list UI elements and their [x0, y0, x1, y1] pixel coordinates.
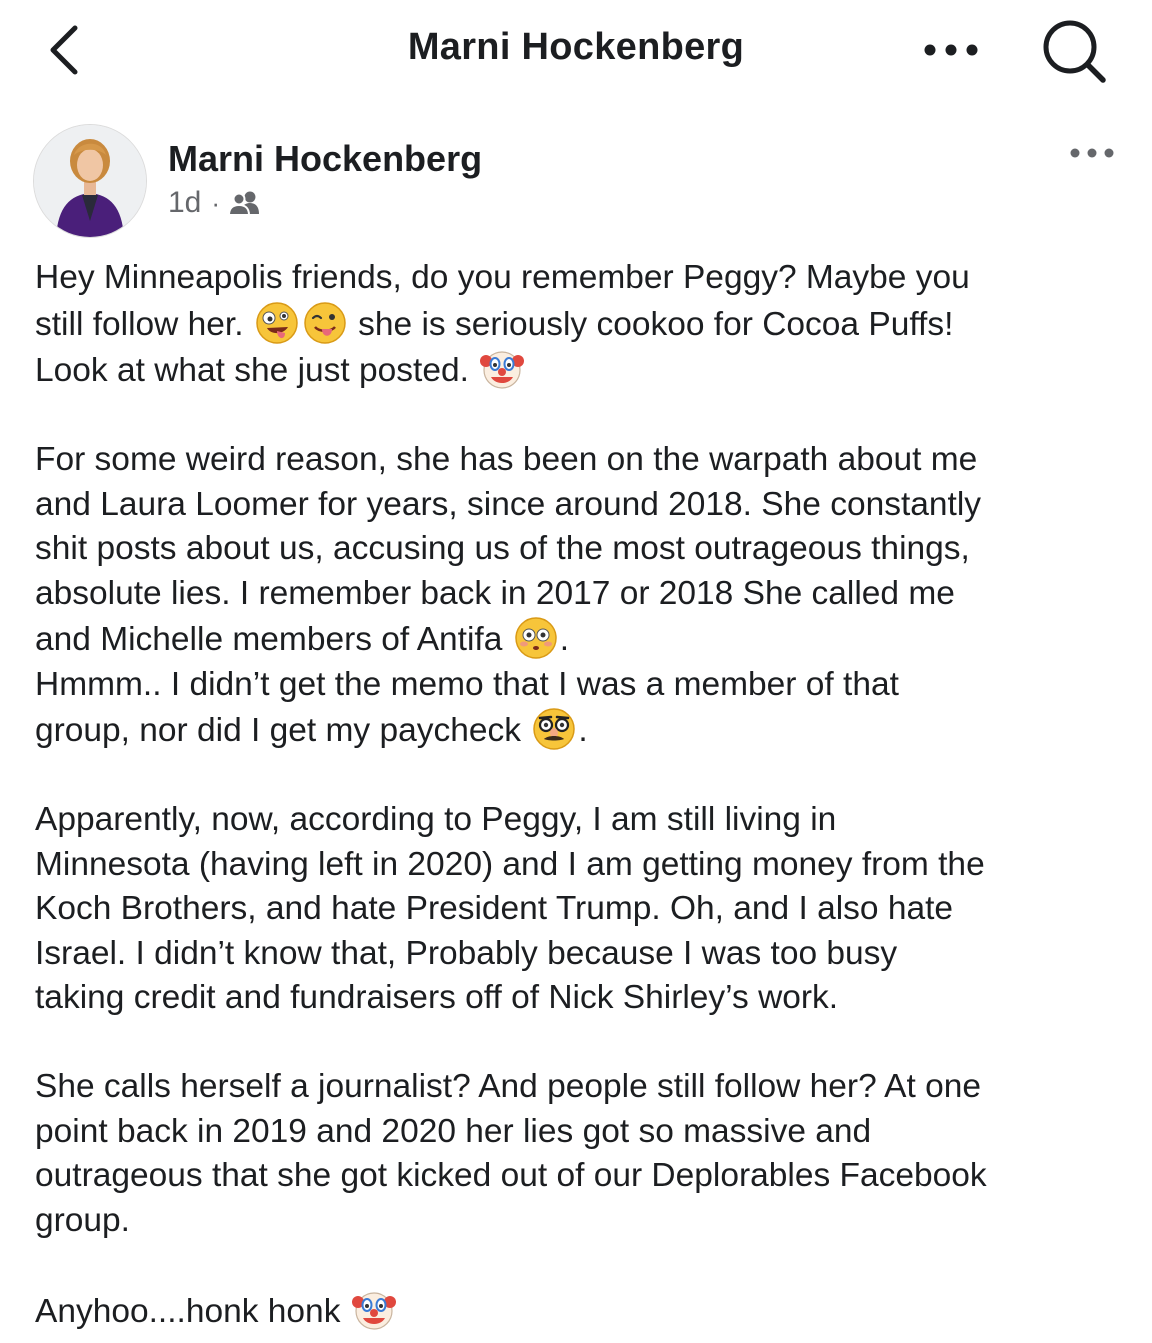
back-button[interactable]	[40, 22, 90, 78]
more-horizontal-icon	[924, 44, 978, 56]
clown-face-icon	[480, 347, 525, 391]
text-segment: Anyhoo....honk honk	[35, 1292, 341, 1330]
text-segment: she is seriously cookoo for Cocoa Puffs!	[358, 305, 954, 343]
text-line: Look at what she just posted.	[35, 347, 1140, 394]
disguised-face-icon	[532, 707, 576, 751]
chevron-left-icon	[50, 25, 78, 75]
post-timestamp[interactable]: 1d	[168, 186, 201, 220]
paragraph: Hey Minneapolis friends, do you remember…	[35, 256, 1140, 394]
text-line: Apparently, now, according to Peggy, I a…	[35, 801, 837, 838]
text-segment: Look at what she just posted.	[35, 352, 469, 389]
text-line: and Laura Loomer for years, since around…	[35, 485, 982, 523]
clown-face-icon	[351, 1288, 396, 1332]
text-line: and Michelle members of Antifa .	[35, 616, 1140, 663]
flushed-face-icon	[514, 616, 558, 660]
post-options-button[interactable]	[1060, 138, 1124, 168]
text-line: Minnesota (having left in 2020) and I am…	[35, 845, 985, 883]
paragraph: For some weird reason, she has been on t…	[35, 438, 1140, 754]
text-line: Hey Minneapolis friends, do you remember…	[35, 259, 970, 296]
text-segment: still follow her.	[35, 305, 244, 343]
paragraph: Anyhoo....honk honk	[35, 1288, 1140, 1335]
meta-separator: ·	[211, 187, 221, 218]
text-line: Israel. I didn’t know that, Probably bec…	[35, 934, 898, 972]
winking-tongue-face-icon	[303, 301, 347, 345]
text-line: Hmmm.. I didn’t get the memo that I was …	[35, 665, 899, 703]
text-line: Anyhoo....honk honk	[35, 1288, 1140, 1335]
top-nav-bar: Marni Hockenberg	[0, 0, 1152, 100]
text-line: group.	[35, 1201, 130, 1239]
text-line: point back in 2019 and 2020 her lies got…	[35, 1112, 872, 1150]
post-text: Hey Minneapolis friends, do you remember…	[35, 256, 1140, 1334]
text-line: still follow her. she is seriously cooko…	[35, 301, 1140, 348]
text-line: outrageous that she got kicked out of ou…	[35, 1157, 987, 1194]
text-segment: .	[559, 621, 569, 658]
text-line: taking credit and fundraisers off of Nic…	[35, 979, 839, 1016]
text-segment: and Michelle members of Antifa	[35, 621, 503, 658]
text-line: shit posts about us, accusing us of the …	[35, 530, 970, 567]
search-icon	[1043, 20, 1106, 83]
search-button[interactable]	[1036, 16, 1112, 86]
post-author-name[interactable]: Marni Hockenberg	[168, 138, 482, 180]
text-segment: group, nor did I get my paycheck	[35, 712, 522, 749]
post-header: Marni Hockenberg 1d ·	[0, 118, 1152, 248]
paragraph: She calls herself a journalist? And peop…	[35, 1065, 1140, 1243]
more-options-button[interactable]	[918, 30, 984, 70]
friends-icon[interactable]	[228, 190, 262, 216]
text-segment: .	[578, 712, 588, 749]
text-line: group, nor did I get my paycheck .	[35, 707, 1140, 754]
zany-face-icon	[255, 301, 299, 345]
text-line: Koch Brothers, and hate President Trump.…	[35, 890, 954, 927]
more-horizontal-icon	[1070, 148, 1114, 158]
text-line: She calls herself a journalist? And peop…	[35, 1068, 982, 1105]
post-meta: 1d ·	[168, 186, 262, 220]
text-line: absolute lies. I remember back in 2017 o…	[35, 574, 955, 612]
paragraph: Apparently, now, according to Peggy, I a…	[35, 798, 1140, 1021]
text-line: For some weird reason, she has been on t…	[35, 441, 978, 478]
avatar[interactable]	[33, 124, 147, 238]
profile-photo-icon	[34, 125, 146, 237]
